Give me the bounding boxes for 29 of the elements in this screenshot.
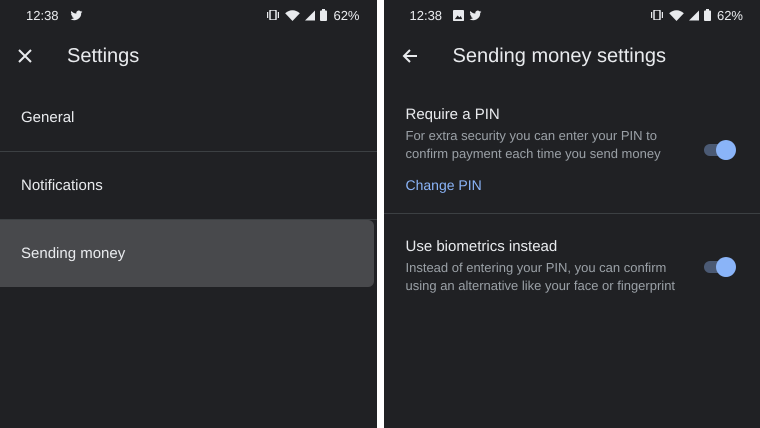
battery-icon (704, 9, 711, 21)
screen-title: Sending money settings (452, 44, 666, 68)
toggle-switch[interactable] (704, 138, 738, 160)
vibrate-icon (650, 10, 664, 20)
settings-menu-item[interactable]: General (0, 84, 376, 151)
image-icon (453, 10, 464, 20)
setting-description: Instead of entering your PIN, you can confirm using an alternative like your face or fingerprint (406, 259, 676, 295)
wifi-icon (668, 10, 684, 20)
bird-icon (469, 8, 482, 22)
status-time: 12:38 (410, 8, 442, 22)
toggle-switch[interactable] (704, 256, 738, 278)
vibrate-icon (266, 10, 280, 20)
status-time: 12:38 (26, 8, 59, 22)
setting-description: For extra security you can enter your PIN to confirm payment each time you send money (406, 127, 662, 163)
battery-percentage: 62% (333, 8, 360, 22)
back-arrow-icon[interactable] (402, 49, 418, 63)
settings-menu-item[interactable]: Sending money (0, 220, 374, 287)
signal-icon (688, 10, 699, 20)
setting-title: Require a PIN (406, 106, 501, 123)
signal-icon (305, 10, 316, 20)
setting-title: Use biometrics instead (406, 238, 558, 255)
screen-title: Settings (67, 44, 140, 68)
change-pin-link[interactable]: Change PIN (406, 177, 692, 193)
close-icon[interactable] (18, 49, 32, 63)
wifi-icon (285, 10, 300, 20)
battery-percentage: 62% (716, 8, 743, 22)
settings-menu-item[interactable]: Notifications (0, 152, 376, 219)
bird-icon (70, 8, 83, 22)
battery-icon (320, 9, 328, 21)
